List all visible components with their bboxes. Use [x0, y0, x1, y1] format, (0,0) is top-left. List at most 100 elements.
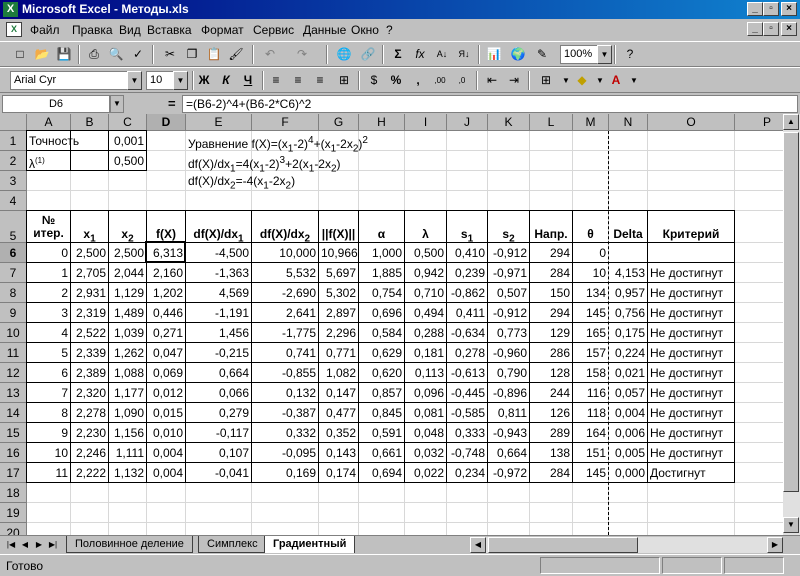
row-header-12[interactable]: 12	[0, 363, 27, 383]
currency-icon[interactable]: $	[364, 71, 384, 90]
table-cell[interactable]: 0	[573, 243, 608, 263]
table-cell[interactable]: 0,147	[319, 383, 358, 403]
table-cell[interactable]: Не достигнут	[648, 403, 734, 423]
table-cell[interactable]: 0,174	[319, 463, 358, 483]
table-cell[interactable]: 2,278	[71, 403, 108, 423]
table-cell[interactable]: 2,641	[252, 303, 318, 323]
table-cell[interactable]: 0,234	[447, 463, 487, 483]
table-cell[interactable]: 9	[27, 423, 70, 443]
table-cell[interactable]: 0,279	[186, 403, 251, 423]
table-cell[interactable]: 150	[530, 283, 572, 303]
table-cell[interactable]: Не достигнут	[648, 323, 734, 343]
column-header-o[interactable]: O	[648, 114, 735, 131]
table-cell[interactable]: 1,129	[109, 283, 146, 303]
select-all-corner[interactable]	[0, 114, 27, 131]
table-cell[interactable]: 0,771	[319, 343, 358, 363]
table-cell[interactable]: 11	[27, 463, 70, 483]
menu-format[interactable]: Формат	[201, 23, 244, 37]
align-left-icon[interactable]: ≡	[266, 71, 286, 90]
header-iteration[interactable]: № итер.	[27, 211, 70, 243]
open-folder-icon[interactable]: 📂	[32, 45, 52, 64]
table-cell[interactable]: -0,041	[186, 463, 251, 483]
table-cell[interactable]	[609, 243, 647, 263]
table-cell[interactable]: 2,160	[147, 263, 185, 283]
table-cell[interactable]: Не достигнут	[648, 283, 734, 303]
row-header-14[interactable]: 14	[0, 403, 27, 423]
table-cell[interactable]: 0,181	[405, 343, 446, 363]
column-header-h[interactable]: H	[359, 114, 405, 131]
drawing-icon[interactable]: ✎	[532, 45, 552, 64]
table-cell[interactable]: 1,202	[147, 283, 185, 303]
font-size-dropdown-arrow[interactable]: ▼	[173, 71, 188, 90]
table-cell[interactable]: 2,522	[71, 323, 108, 343]
table-cell[interactable]: 2,897	[319, 303, 358, 323]
table-cell[interactable]: 0,143	[319, 443, 358, 463]
scroll-up-icon[interactable]: ▲	[783, 114, 799, 130]
table-cell[interactable]: 2,500	[109, 243, 146, 263]
table-cell[interactable]: 244	[530, 383, 572, 403]
table-cell[interactable]: 1,262	[109, 343, 146, 363]
table-cell[interactable]: -0,960	[488, 343, 529, 363]
table-cell[interactable]: Не достигнут	[648, 263, 734, 283]
table-cell[interactable]: 0,591	[359, 423, 404, 443]
header-alpha[interactable]: α	[359, 211, 404, 243]
formula-input[interactable]: =(B6-2)^4+(B6-2*C6)^2	[182, 95, 798, 113]
table-cell[interactable]: Не достигнут	[648, 343, 734, 363]
table-cell[interactable]: 1,489	[109, 303, 146, 323]
row-header-18[interactable]: 18	[0, 483, 27, 503]
table-cell[interactable]: 128	[530, 363, 572, 383]
table-cell[interactable]: 289	[530, 423, 572, 443]
table-cell[interactable]: 1,132	[109, 463, 146, 483]
table-cell[interactable]: 2,296	[319, 323, 358, 343]
fill-color-icon[interactable]: ◆	[572, 71, 592, 90]
row-header-15[interactable]: 15	[0, 423, 27, 443]
table-cell[interactable]: 145	[573, 303, 608, 323]
table-cell[interactable]: 1,090	[109, 403, 146, 423]
table-cell[interactable]: -0,445	[447, 383, 487, 403]
table-cell[interactable]: 2,319	[71, 303, 108, 323]
column-header-d[interactable]: D	[147, 114, 186, 131]
office-assistant-icon[interactable]: ?	[620, 45, 640, 64]
table-cell[interactable]: 0	[27, 243, 70, 263]
scroll-down-icon[interactable]: ▼	[783, 517, 799, 533]
tab-gradient[interactable]: Градиентный	[264, 536, 356, 553]
table-cell[interactable]: 134	[573, 283, 608, 303]
table-cell[interactable]: 2,389	[71, 363, 108, 383]
row-header-20[interactable]: 20	[0, 523, 27, 535]
table-cell[interactable]: 2,931	[71, 283, 108, 303]
table-cell[interactable]: 0,278	[447, 343, 487, 363]
table-cell[interactable]: Достигнут	[648, 463, 734, 483]
table-cell[interactable]: 0,629	[359, 343, 404, 363]
next-sheet-icon[interactable]: ▶	[32, 537, 46, 552]
table-cell[interactable]: -4,500	[186, 243, 251, 263]
header-fx[interactable]: f(X)	[147, 211, 185, 243]
table-cell[interactable]: 0,022	[405, 463, 446, 483]
table-cell[interactable]: -0,862	[447, 283, 487, 303]
table-cell[interactable]: 0,132	[252, 383, 318, 403]
name-box-dropdown-arrow[interactable]: ▼	[110, 95, 124, 113]
table-cell[interactable]: 0,710	[405, 283, 446, 303]
table-cell[interactable]: Не достигнут	[648, 423, 734, 443]
excel-icon[interactable]: X	[3, 2, 18, 17]
table-cell[interactable]: 2,320	[71, 383, 108, 403]
table-cell[interactable]: 0,790	[488, 363, 529, 383]
table-cell[interactable]: 1,111	[109, 443, 146, 463]
table-cell[interactable]: 286	[530, 343, 572, 363]
table-cell[interactable]: 0,694	[359, 463, 404, 483]
table-cell[interactable]: 0,000	[609, 463, 647, 483]
hscroll-thumb[interactable]	[488, 537, 638, 553]
web-toolbar-icon[interactable]: 🌐	[334, 45, 354, 64]
font-size-select[interactable]: 10	[146, 71, 174, 90]
edit-formula-button[interactable]: =	[168, 96, 176, 111]
header-norm[interactable]: ||f(X)||	[319, 211, 358, 243]
row-header-7[interactable]: 7	[0, 263, 27, 283]
scroll-left-icon[interactable]: ◀	[470, 537, 486, 553]
sort-descending-icon[interactable]: Я↓	[454, 45, 474, 64]
increase-decimal-icon[interactable]: ,00	[430, 71, 450, 90]
column-header-e[interactable]: E	[186, 114, 252, 131]
underline-icon[interactable]: Ч	[238, 71, 258, 90]
menu-view[interactable]: Вид	[119, 23, 141, 37]
table-cell[interactable]: 2,230	[71, 423, 108, 443]
print-preview-icon[interactable]: 🔍	[106, 45, 126, 64]
column-header-g[interactable]: G	[319, 114, 359, 131]
